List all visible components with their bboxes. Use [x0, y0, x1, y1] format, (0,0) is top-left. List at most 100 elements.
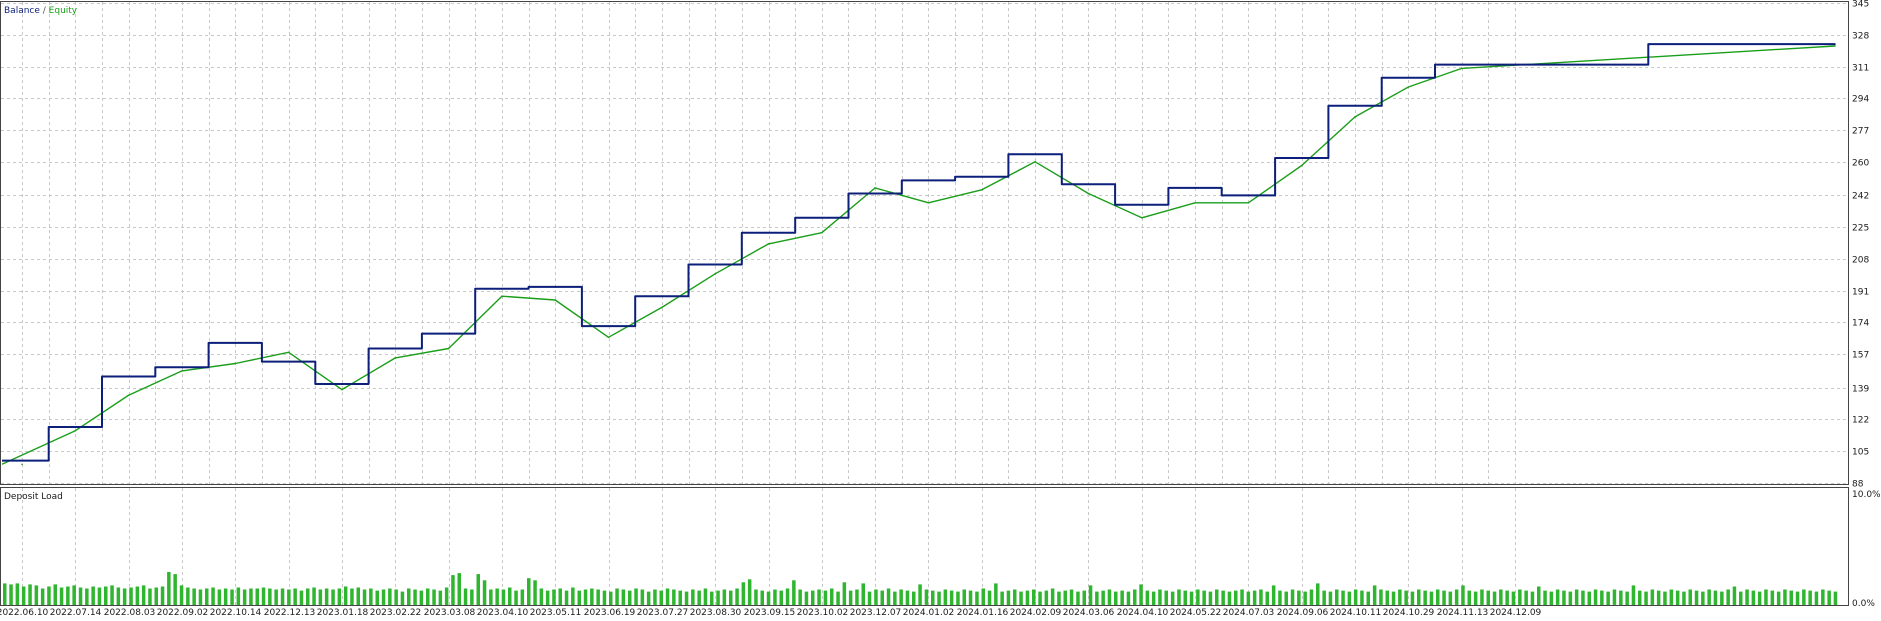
deposit-bar — [924, 589, 929, 605]
deposit-bar — [1366, 591, 1370, 605]
deposit-bar — [1316, 583, 1320, 605]
deposit-bar — [116, 587, 121, 605]
deposit-bar — [804, 591, 809, 605]
point-equity — [1300, 164, 1303, 167]
deposit-bar — [1524, 590, 1528, 605]
x-tick-label: 2024.01.16 — [957, 608, 1009, 617]
deposit-bar — [1114, 591, 1118, 605]
deposit-bar — [1688, 589, 1692, 605]
point-equity — [341, 388, 343, 391]
y-tick-label: 208 — [1852, 256, 1869, 266]
deposit-bar — [223, 588, 228, 605]
deposit-bar — [703, 588, 708, 605]
deposit-bar — [672, 589, 676, 605]
x-tick-label: 2023.08.30 — [690, 608, 742, 617]
point-equity — [554, 299, 556, 301]
chart-svg: 88 105 122 139 157 174 191 208 225 242 260 277 294 31… — [0, 0, 1881, 618]
deposit-bar — [1593, 589, 1598, 605]
deposit-bar — [735, 588, 739, 605]
deposit-bar — [1751, 590, 1756, 605]
deposit-bar — [956, 591, 960, 605]
x-tick-label: 2023.05.11 — [530, 608, 582, 617]
deposit-bar — [1290, 589, 1295, 605]
deposit-bar — [1587, 591, 1591, 605]
x-tick-label: 2022.07.14 — [50, 608, 102, 617]
deposit-bar — [141, 585, 146, 605]
main-panel-border — [0, 1, 1849, 485]
deposit-bar — [678, 590, 682, 605]
deposit-bar — [1183, 590, 1187, 605]
point-equity — [874, 187, 876, 189]
x-tick-label: 2024.03.06 — [1063, 608, 1115, 617]
deposit-bar — [306, 588, 310, 605]
deposit-bar — [1436, 589, 1440, 605]
deposit-bar — [1341, 590, 1345, 605]
deposit-bar — [356, 587, 360, 605]
deposit-bar — [1789, 590, 1793, 605]
deposit-bar — [987, 590, 992, 605]
deposit-bar — [1562, 590, 1566, 605]
deposit-bar — [1410, 591, 1415, 605]
deposit-bar — [1448, 591, 1453, 605]
deposit-bar — [1107, 589, 1112, 605]
deposit-bar — [1208, 591, 1213, 605]
legend: Balance / Equity — [4, 6, 78, 16]
deposit-bar — [1353, 589, 1358, 605]
deposit-bar — [78, 587, 83, 605]
deposit-bar — [931, 590, 935, 605]
deposit-bar — [268, 588, 272, 605]
deposit-bar — [53, 584, 57, 605]
deposit-bar — [394, 589, 398, 605]
deposit-bar — [1511, 591, 1516, 605]
deposit-bar — [1000, 591, 1004, 605]
deposit-bar — [653, 589, 657, 605]
deposit-bar — [975, 591, 979, 605]
deposit-bar — [1776, 591, 1781, 605]
deposit-bar — [949, 590, 954, 605]
point-balance — [234, 342, 237, 344]
deposit-bar — [1732, 586, 1737, 605]
x-tick-label: 2023.02.22 — [370, 608, 422, 617]
point-balance — [1300, 157, 1303, 159]
deposit-bar — [312, 587, 316, 605]
deposit-bar — [1391, 591, 1396, 605]
deposit-bar — [1530, 591, 1535, 605]
point-balance — [1087, 183, 1090, 185]
deposit-bar — [1480, 589, 1484, 605]
x-tick-label: 2023.03.08 — [424, 608, 476, 617]
deposit-bar — [293, 588, 297, 605]
point-balance — [21, 459, 23, 462]
deposit-bar — [1398, 589, 1402, 605]
deposit-bar — [760, 590, 764, 605]
deposit-bar — [287, 589, 291, 605]
deposit-bar — [602, 590, 607, 605]
deposit-bar — [798, 589, 802, 605]
deposit-bar — [1252, 590, 1257, 605]
y-tick-label: 277 — [1852, 127, 1869, 137]
deposit-bar — [609, 591, 613, 605]
deposit-bar — [1606, 591, 1610, 605]
deposit-bar — [21, 586, 26, 605]
deposit-bar — [1082, 590, 1086, 605]
deposit-bar — [912, 591, 916, 605]
deposit-bar — [173, 574, 177, 605]
deposit-bar — [1335, 589, 1339, 605]
deposit-bar — [1619, 590, 1623, 605]
deposit-bar — [1417, 589, 1421, 605]
deposit-bar — [1133, 589, 1137, 605]
deposit-bar — [1783, 589, 1787, 605]
deposit-bar — [754, 589, 758, 605]
deposit-bar — [981, 588, 985, 605]
x-tick-label: 2024.05.22 — [1170, 608, 1222, 617]
deposit-bar — [621, 589, 626, 605]
deposit-bar — [823, 590, 828, 605]
point-equity — [1141, 217, 1143, 219]
point-equity — [287, 351, 290, 354]
deposit-bar — [1707, 589, 1711, 605]
deposit-bar — [1757, 591, 1762, 605]
deposit-bar — [615, 588, 619, 605]
deposit-bar — [722, 589, 727, 605]
deposit-bar — [381, 589, 386, 605]
point-balance — [501, 288, 503, 290]
point-equity — [767, 243, 770, 245]
